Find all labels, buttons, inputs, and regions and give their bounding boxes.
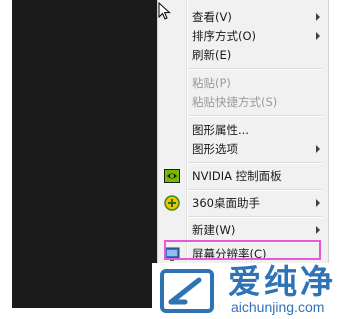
menu-separator xyxy=(188,68,322,70)
watermark-url: aichunjing.com xyxy=(231,299,325,315)
desktop-context-menu: 查看(V) 排序方式(O) 刷新(E) 粘贴(P) 粘贴快捷方式(S) 图形属性… xyxy=(157,0,329,265)
menu-item-label: 图形属性... xyxy=(192,123,249,137)
menu-item-graphics-options[interactable]: 图形选项 xyxy=(158,140,328,158)
menu-item-sort-by[interactable]: 排序方式(O) xyxy=(158,27,328,45)
menu-separator xyxy=(188,162,322,164)
menu-item-label: 图形选项 xyxy=(192,142,238,156)
menu-item-refresh[interactable]: 刷新(E) xyxy=(158,46,328,64)
desktop-background[interactable] xyxy=(12,0,165,308)
mouse-cursor-icon xyxy=(158,2,171,20)
nvidia-icon xyxy=(164,169,180,183)
menu-item-360-desktop-assistant[interactable]: 360桌面助手 xyxy=(158,194,328,212)
menu-item-label: 刷新(E) xyxy=(192,48,232,62)
menu-item-label: 新建(W) xyxy=(192,223,236,237)
submenu-arrow-icon xyxy=(316,199,320,207)
menu-item-graphics-properties[interactable]: 图形属性... xyxy=(158,121,328,139)
menu-separator xyxy=(188,216,322,218)
menu-item-label: 查看(V) xyxy=(192,10,232,24)
menu-item-nvidia-control-panel[interactable]: NVIDIA 控制面板 xyxy=(158,167,328,185)
menu-item-paste[interactable]: 粘贴(P) xyxy=(158,74,328,92)
menu-item-new[interactable]: 新建(W) xyxy=(158,221,328,239)
aichunjing-logo-icon xyxy=(160,269,214,313)
submenu-arrow-icon xyxy=(316,226,320,234)
menu-item-label: 360桌面助手 xyxy=(192,196,260,210)
menu-item-view[interactable]: 查看(V) xyxy=(158,8,328,26)
menu-separator xyxy=(188,115,322,117)
menu-item-label: 排序方式(O) xyxy=(192,29,257,43)
submenu-arrow-icon xyxy=(316,13,320,21)
watermark-title: 爱纯净 xyxy=(228,262,336,301)
menu-item-label: 粘贴快捷方式(S) xyxy=(192,95,278,109)
submenu-arrow-icon xyxy=(316,145,320,153)
submenu-arrow-icon xyxy=(316,32,320,40)
menu-item-label: NVIDIA 控制面板 xyxy=(192,169,282,183)
menu-item-paste-shortcut[interactable]: 粘贴快捷方式(S) xyxy=(158,93,328,111)
360-desktop-assistant-icon xyxy=(164,195,180,211)
menu-separator xyxy=(188,189,322,191)
highlight-box xyxy=(164,240,321,260)
menu-item-label: 粘贴(P) xyxy=(192,76,231,90)
